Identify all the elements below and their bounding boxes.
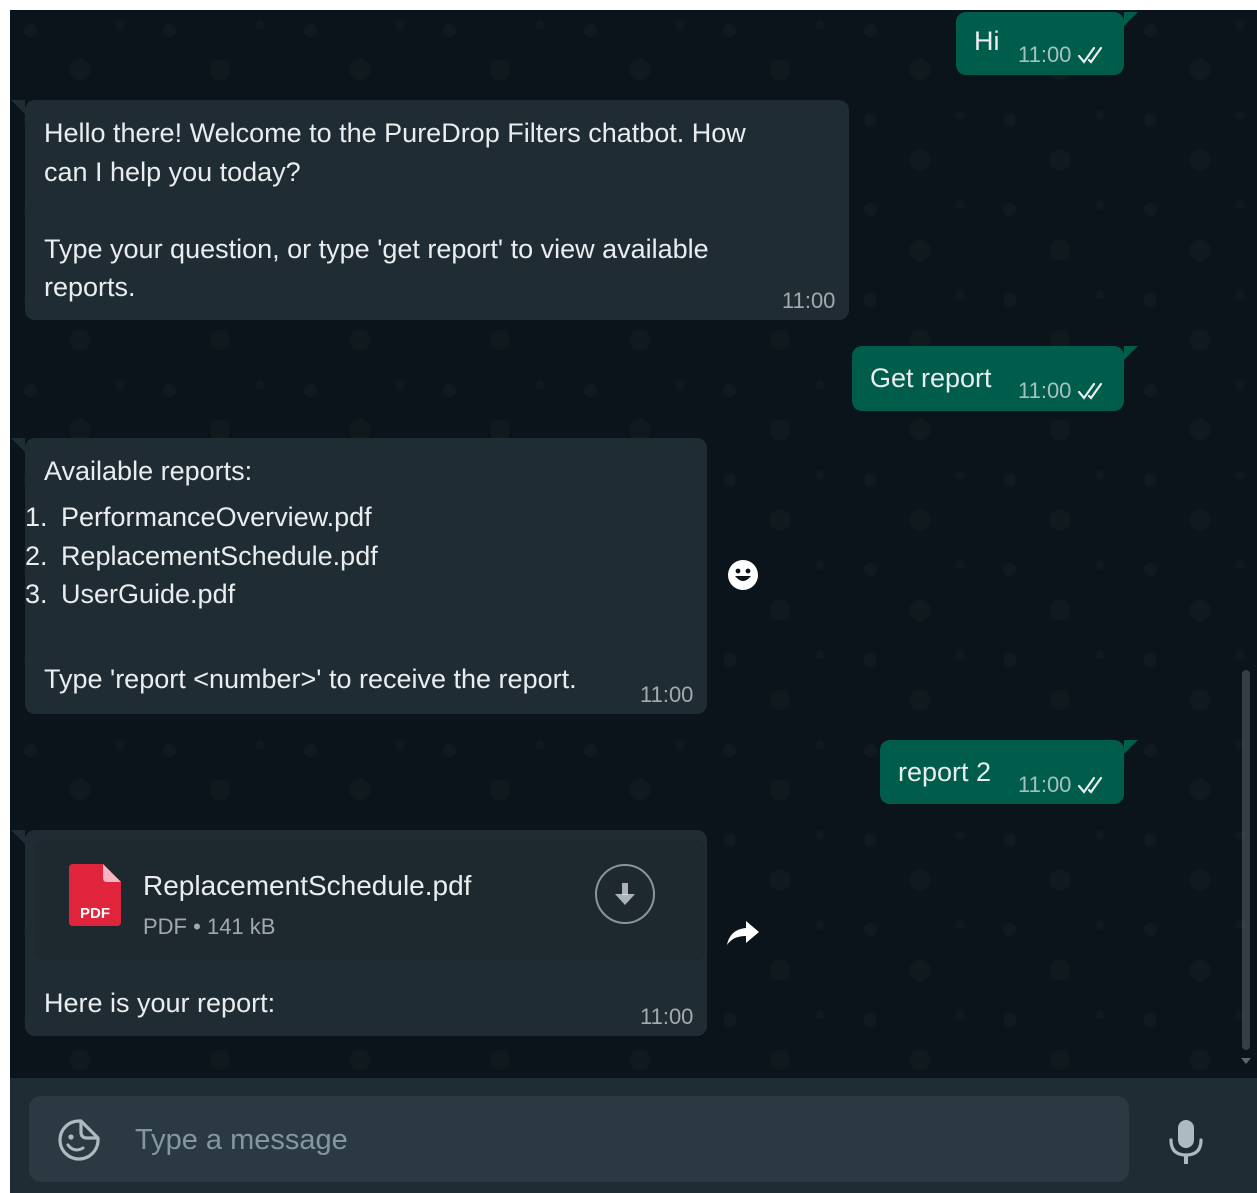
document-meta: PDF • 141 kB (143, 914, 275, 940)
message-text: Get report (870, 363, 992, 393)
message-text: report 2 (898, 757, 992, 787)
download-button[interactable] (595, 864, 655, 924)
forward-button[interactable] (718, 908, 768, 958)
pdf-icon-label: PDF (80, 905, 110, 922)
message-list[interactable]: Hi 11:00 Hello there! Welcome to the Pur… (10, 10, 1257, 1078)
incoming-message[interactable]: Hello there! Welcome to the PureDrop Fil… (11, 100, 849, 320)
forward-arrow-icon (727, 921, 759, 945)
scroll-down-arrow[interactable] (1241, 1058, 1251, 1064)
message-meta: 11:00 (1018, 772, 1109, 798)
outgoing-message[interactable]: Hi 11:00 (956, 12, 1138, 75)
reports-instruction: Type 'report <number>' to receive the re… (44, 664, 577, 694)
message-caption: Here is your report: (44, 988, 276, 1018)
chat-window: Hi 11:00 Hello there! Welcome to the Pur… (10, 10, 1257, 1193)
message-input[interactable] (133, 1110, 1097, 1170)
document-size: 141 kB (206, 914, 276, 939)
smiley-icon (728, 560, 758, 590)
double-check-icon (1078, 776, 1103, 794)
download-icon (615, 883, 635, 905)
message-meta: 11:00 (1018, 42, 1109, 68)
incoming-message[interactable]: PDF ReplacementSchedule.pdf PDF • 141 kB… (11, 830, 707, 1036)
message-time: 11:00 (1018, 772, 1072, 797)
message-time: 11:00 (782, 288, 836, 313)
message-time: 11:00 (1018, 378, 1072, 403)
report-item: PerformanceOverview.pdf (55, 498, 378, 537)
report-item: UserGuide.pdf (55, 575, 378, 614)
meta-separator: • (193, 914, 207, 939)
double-check-icon (1078, 382, 1103, 400)
document-type: PDF (143, 914, 187, 939)
sticker-icon[interactable] (57, 1118, 101, 1162)
message-time: 11:00 (1018, 42, 1072, 67)
react-button[interactable] (718, 550, 768, 600)
double-check-icon (1078, 46, 1103, 64)
message-meta: 11:00 (1018, 378, 1109, 404)
report-list: PerformanceOverview.pdf ReplacementSched… (11, 498, 378, 614)
report-item: ReplacementSchedule.pdf (55, 537, 378, 576)
outgoing-message[interactable]: report 2 11:00 (880, 740, 1138, 804)
outgoing-message[interactable]: Get report 11:00 (852, 346, 1138, 411)
message-time: 11:00 (640, 682, 694, 707)
chat-scrollbar[interactable] (1242, 670, 1250, 1050)
microphone-icon[interactable] (1166, 1118, 1206, 1168)
composer-bar (10, 1078, 1257, 1193)
document-name: ReplacementSchedule.pdf (143, 870, 472, 901)
reports-heading: Available reports: (44, 456, 253, 486)
incoming-message[interactable]: Available reports: PerformanceOverview.p… (11, 438, 707, 714)
message-time: 11:00 (640, 1004, 694, 1029)
document-attachment[interactable]: PDF ReplacementSchedule.pdf PDF • 141 kB (35, 840, 705, 960)
message-input-box[interactable] (29, 1096, 1129, 1182)
message-text: Hi (974, 26, 1000, 56)
message-text: Hello there! Welcome to the PureDrop Fil… (44, 118, 746, 302)
